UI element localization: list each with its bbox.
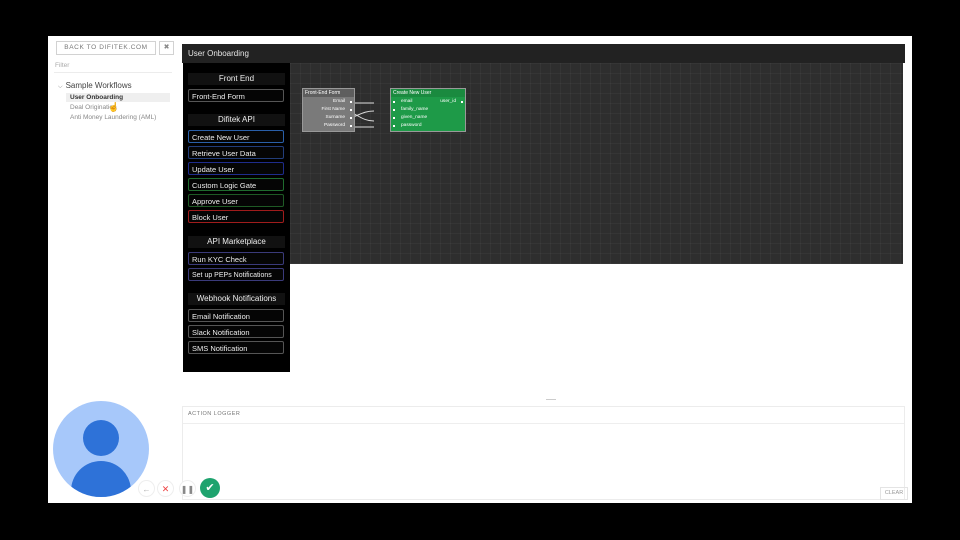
- page-title: User Onboarding: [188, 49, 249, 58]
- palette-item-run-kyc-check[interactable]: Run KYC Check: [188, 252, 284, 265]
- port-dot[interactable]: [350, 109, 352, 111]
- back-to-difitek-button[interactable]: BACK TO DIFITEK.COM: [56, 41, 156, 55]
- port-first-name: First Name: [321, 107, 345, 112]
- palette-item-approve-user[interactable]: Approve User: [188, 194, 284, 207]
- palette-section-api-marketplace: API Marketplace: [188, 236, 285, 248]
- port-email: email: [401, 99, 413, 104]
- node-front-end-form[interactable]: Front-End Form Email First Name Surname …: [302, 88, 355, 132]
- check-icon[interactable]: ✔: [200, 478, 220, 498]
- palette-item-block-user[interactable]: Block User: [188, 210, 284, 223]
- tree-item-user-onboarding[interactable]: User Onboarding: [66, 93, 170, 102]
- port-user-id: user_id: [440, 99, 456, 104]
- pointer-cursor-icon: ☝: [108, 102, 120, 112]
- app-window: BACK TO DIFITEK.COM ✖ Filter ⌵ Sample Wor…: [48, 36, 912, 503]
- palette-section-webhook-notifications: Webhook Notifications: [188, 293, 285, 305]
- logger-divider: [183, 423, 904, 424]
- port-dot[interactable]: [393, 117, 395, 119]
- port-dot[interactable]: [461, 101, 463, 103]
- resize-handle[interactable]: [546, 399, 556, 402]
- action-logger-label: ACTION LOGGER: [188, 411, 241, 417]
- palette-item-sms-notification[interactable]: SMS Notification: [188, 341, 284, 354]
- port-dot[interactable]: [393, 109, 395, 111]
- clear-button[interactable]: CLEAR: [880, 487, 908, 500]
- palette-item-front-end-form[interactable]: Front-End Form: [188, 89, 284, 102]
- palette-item-email-notification[interactable]: Email Notification: [188, 309, 284, 322]
- palette-item-slack-notification[interactable]: Slack Notification: [188, 325, 284, 338]
- port-password: Password: [323, 123, 345, 128]
- close-icon[interactable]: ✕: [157, 480, 174, 497]
- action-logger: ACTION LOGGER: [182, 406, 905, 500]
- port-dot[interactable]: [393, 101, 395, 103]
- port-surname: Surname: [325, 115, 345, 120]
- filter-input[interactable]: Filter: [55, 62, 69, 69]
- workflow-canvas[interactable]: Front-End Form Email First Name Surname …: [290, 63, 903, 264]
- palette-item-create-new-user[interactable]: Create New User: [188, 130, 284, 143]
- palette-item-peps-notifications[interactable]: Set up PEPs Notifications: [188, 268, 284, 281]
- node-palette: Front End Front-End Form Difitek API Cre…: [183, 63, 290, 372]
- title-bar: User Onboarding: [182, 44, 905, 63]
- palette-item-custom-logic-gate[interactable]: Custom Logic Gate: [188, 178, 284, 191]
- tree-root-sample-workflows[interactable]: ⌵ Sample Workflows: [58, 81, 132, 91]
- port-dot[interactable]: [350, 101, 352, 103]
- port-given-name: given_name: [401, 115, 428, 120]
- tree-root-label: Sample Workflows: [65, 81, 132, 90]
- node-title: Front-End Form: [303, 89, 354, 97]
- arrow-left-icon[interactable]: ←: [138, 480, 155, 497]
- avatar-head: [83, 420, 119, 456]
- port-dot[interactable]: [393, 125, 395, 127]
- pin-icon[interactable]: ✖: [159, 41, 174, 55]
- avatar: [53, 401, 149, 497]
- palette-section-difitek-api: Difitek API: [188, 114, 285, 126]
- port-email: Email: [333, 99, 345, 104]
- port-password: password: [401, 123, 422, 128]
- connection-lines: [341, 102, 375, 128]
- palette-item-update-user[interactable]: Update User: [188, 162, 284, 175]
- chevron-down-icon: ⌵: [58, 84, 63, 90]
- port-dot[interactable]: [350, 117, 352, 119]
- node-create-new-user[interactable]: Create New User email family_name given_…: [390, 88, 466, 132]
- palette-section-front-end: Front End: [188, 73, 285, 85]
- workflow-editor: User Onboarding Front End Front-End Form…: [182, 44, 905, 400]
- pause-icon[interactable]: ❚❚: [179, 480, 196, 497]
- avatar-body: [71, 461, 131, 497]
- tree-item-aml[interactable]: Anti Money Laundering (AML): [66, 113, 170, 123]
- palette-item-retrieve-user-data[interactable]: Retrieve User Data: [188, 146, 284, 159]
- node-title: Create New User: [391, 89, 465, 97]
- port-family-name: family_name: [401, 107, 429, 112]
- filter-underline: [54, 72, 172, 73]
- port-dot[interactable]: [350, 125, 352, 127]
